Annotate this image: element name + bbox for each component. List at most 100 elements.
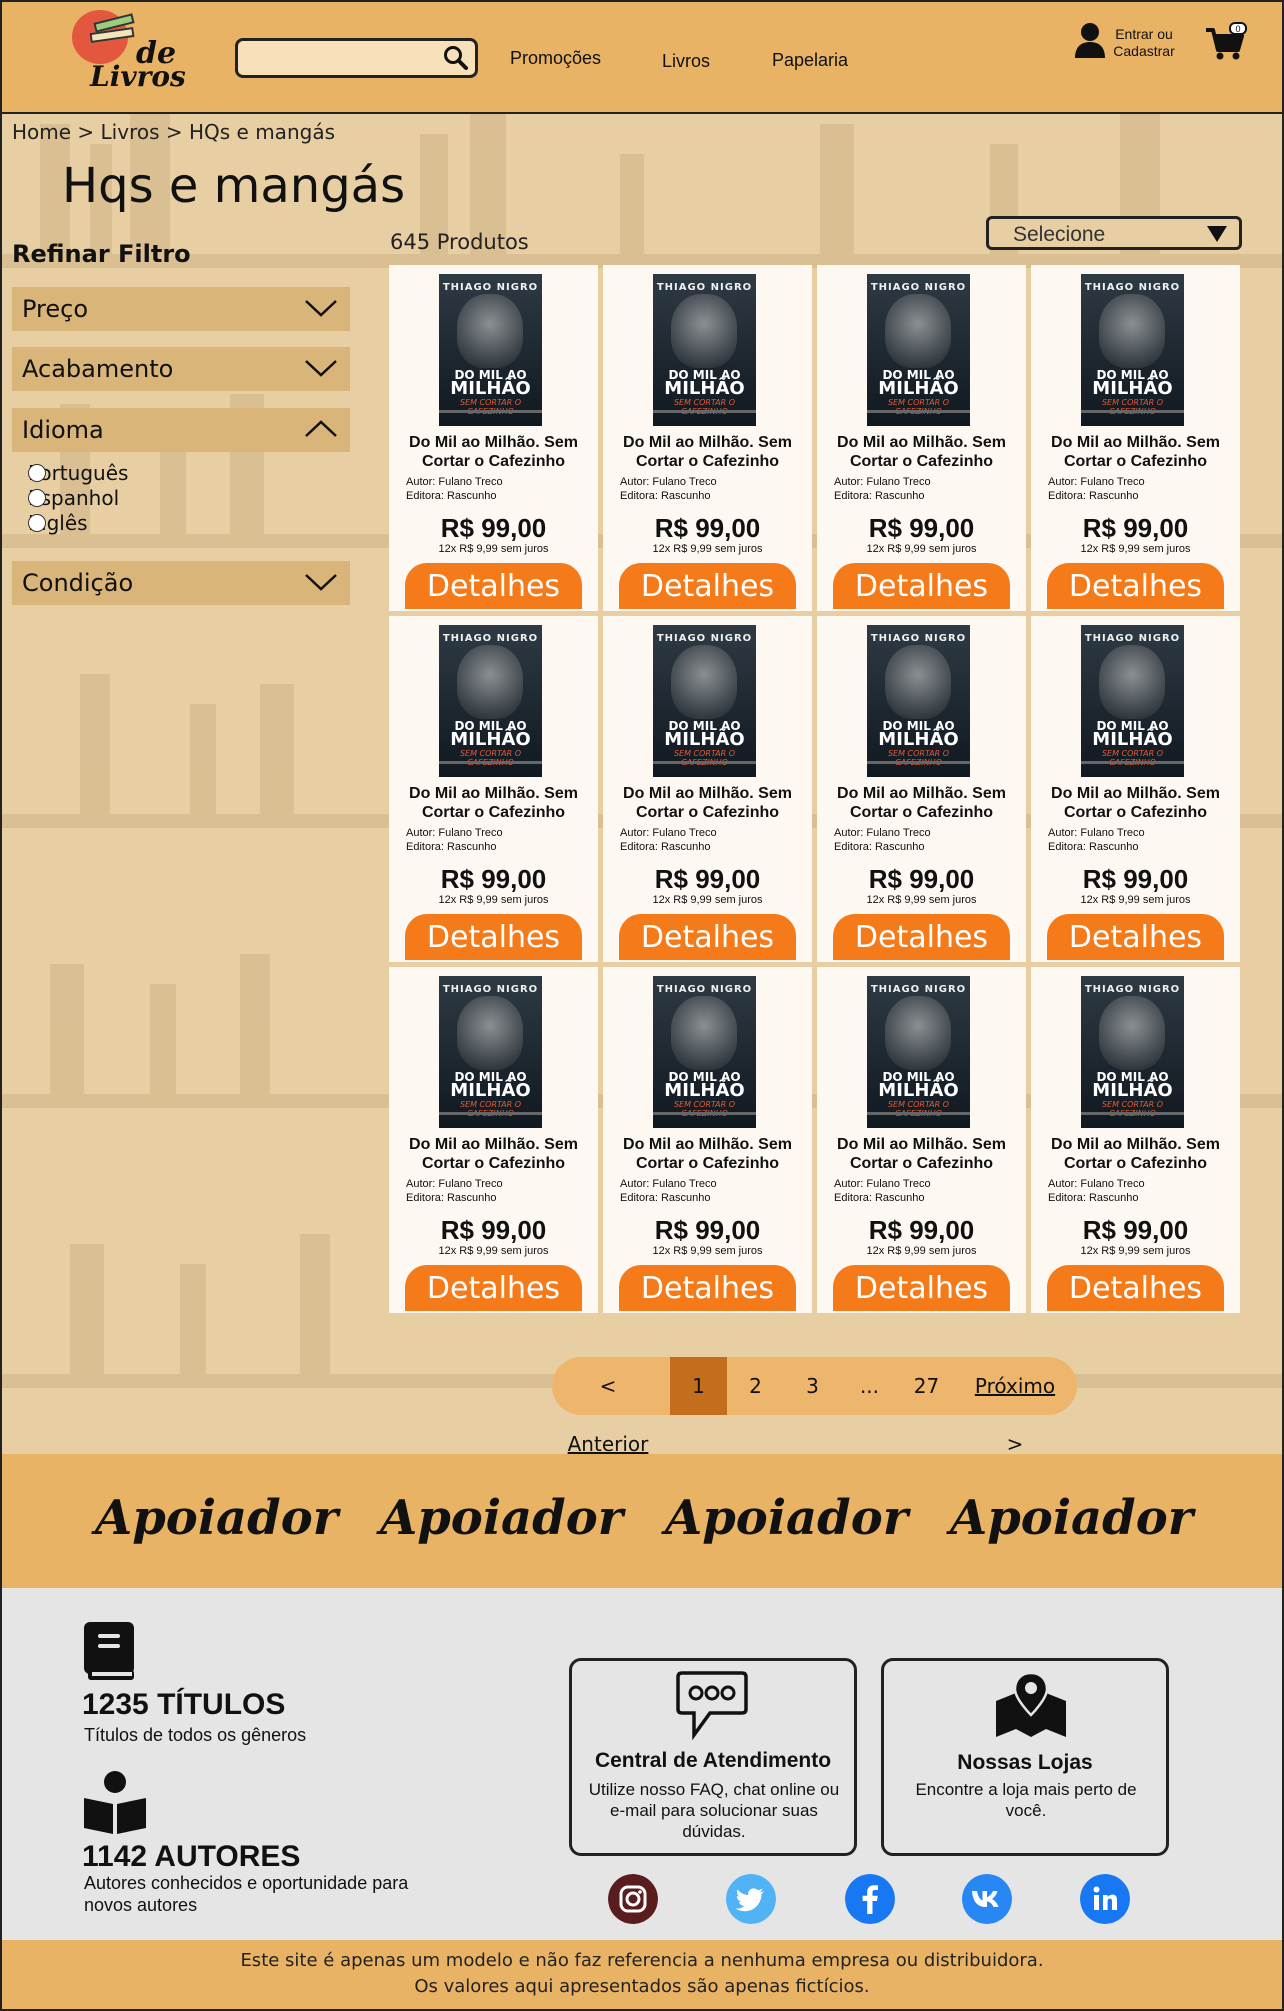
details-button[interactable]: Detalhes	[619, 914, 796, 960]
product-card[interactable]: THIAGO NIGRO DO MIL AO MILHÃO SEM CORTAR O …	[1031, 967, 1240, 1313]
product-title[interactable]: Do Mil ao Milhão. Sem Cortar o Cafezinho	[1031, 1135, 1240, 1173]
checkbox[interactable]	[28, 464, 46, 482]
product-author: Autor: Fulano Treco	[406, 1178, 503, 1190]
linkedin-icon[interactable]	[1080, 1874, 1130, 1924]
product-title[interactable]: Do Mil ao Milhão. Sem Cortar o Cafezinho	[817, 433, 1026, 471]
product-price: R$ 99,00	[1082, 513, 1189, 543]
pagination-page-27[interactable]: 27	[898, 1357, 955, 1415]
cover-title-big: MILHÃO	[664, 729, 745, 750]
facet-idioma[interactable]: Idioma	[12, 408, 350, 452]
cover-author: THIAGO NIGRO	[442, 282, 539, 293]
cover-title-big: MILHÃO	[450, 1080, 531, 1101]
details-button[interactable]: Detalhes	[619, 563, 796, 609]
search-icon[interactable]	[443, 45, 469, 71]
product-card[interactable]: THIAGO NIGRO DO MIL AO MILHÃO SEM CORTAR O …	[817, 967, 1026, 1313]
support-center-desc: Utilize nosso FAQ, chat online ou e-mail…	[588, 1780, 840, 1841]
product-cover-image[interactable]: THIAGO NIGRO DO MIL AO MILHÃO SEM CORTAR O …	[867, 274, 970, 426]
details-button[interactable]: Detalhes	[619, 1265, 796, 1311]
cover-rule	[653, 1112, 756, 1115]
our-stores-title: Nossas Lojas	[957, 1751, 1093, 1774]
pagination-page-2[interactable]: 2	[727, 1357, 784, 1415]
support-center-card[interactable]: Central de Atendimento Utilize nosso FAQ…	[569, 1658, 857, 1856]
product-cover-image[interactable]: THIAGO NIGRO DO MIL AO MILHÃO SEM CORTAR O …	[439, 625, 542, 777]
details-button[interactable]: Detalhes	[405, 914, 582, 960]
site-logo[interactable]: de Livros	[68, 6, 186, 98]
details-button[interactable]: Detalhes	[1047, 914, 1224, 960]
product-cover-image[interactable]: THIAGO NIGRO DO MIL AO MILHÃO SEM CORTAR O …	[1081, 274, 1184, 426]
product-title[interactable]: Do Mil ao Milhão. Sem Cortar o Cafezinho	[1031, 433, 1240, 471]
product-title[interactable]: Do Mil ao Milhão. Sem Cortar o Cafezinho	[603, 1135, 812, 1173]
sponsor-logo[interactable]: Apoiador	[380, 1490, 623, 1546]
product-author: Autor: Fulano Treco	[834, 1178, 931, 1190]
cover-subtitle: SEM CORTAR O CAFEZINHO	[673, 398, 736, 416]
facet-preco[interactable]: Preço	[12, 287, 350, 331]
product-title[interactable]: Do Mil ao Milhão. Sem Cortar o Cafezinho	[603, 433, 812, 471]
filter-option-ingles[interactable]: Inglês	[28, 511, 88, 535]
product-cover-image[interactable]: THIAGO NIGRO DO MIL AO MILHÃO SEM CORTAR O …	[867, 625, 970, 777]
product-cover-image[interactable]: THIAGO NIGRO DO MIL AO MILHÃO SEM CORTAR O …	[653, 976, 756, 1128]
pagination-next[interactable]: Próximo >	[967, 1357, 1063, 1456]
facebook-icon[interactable]	[845, 1874, 895, 1924]
facet-condicao[interactable]: Condição	[12, 561, 350, 605]
product-card[interactable]: THIAGO NIGRO DO MIL AO MILHÃO SEM CORTAR O …	[389, 265, 598, 611]
product-cover-image[interactable]: THIAGO NIGRO DO MIL AO MILHÃO SEM CORTAR O …	[653, 274, 756, 426]
twitter-icon[interactable]	[726, 1874, 776, 1924]
product-installments: 12x R$ 9,99 sem juros	[1080, 543, 1191, 555]
product-card[interactable]: THIAGO NIGRO DO MIL AO MILHÃO SEM CORTAR O …	[817, 616, 1026, 962]
product-title[interactable]: Do Mil ao Milhão. Sem Cortar o Cafezinho	[389, 784, 598, 822]
product-title[interactable]: Do Mil ao Milhão. Sem Cortar o Cafezinho	[603, 784, 812, 822]
cart-button[interactable]: 0	[1205, 22, 1247, 62]
pagination-page-1[interactable]: 1	[670, 1357, 727, 1415]
nav-papelaria[interactable]: Papelaria	[772, 50, 848, 71]
cover-subtitle: SEM CORTAR O CAFEZINHO	[459, 398, 522, 416]
product-card[interactable]: THIAGO NIGRO DO MIL AO MILHÃO SEM CORTAR O …	[389, 616, 598, 962]
product-card[interactable]: THIAGO NIGRO DO MIL AO MILHÃO SEM CORTAR O …	[603, 265, 812, 611]
product-meta: Autor: Fulano Treco Editora: Rascunho	[620, 826, 717, 854]
account-link[interactable]: Entrar ou Cadastrar	[1074, 22, 1184, 62]
details-button[interactable]: Detalhes	[833, 563, 1010, 609]
sponsor-logo[interactable]: Apoiador	[95, 1490, 338, 1546]
product-card[interactable]: THIAGO NIGRO DO MIL AO MILHÃO SEM CORTAR O …	[603, 967, 812, 1313]
pagination-page-3[interactable]: 3	[784, 1357, 841, 1415]
vk-icon[interactable]	[962, 1874, 1012, 1924]
filter-option-espanhol[interactable]: Espanhol	[28, 486, 119, 510]
product-card[interactable]: THIAGO NIGRO DO MIL AO MILHÃO SEM CORTAR O …	[817, 265, 1026, 611]
checkbox[interactable]	[28, 489, 46, 507]
instagram-icon[interactable]	[608, 1874, 658, 1924]
product-cover-image[interactable]: THIAGO NIGRO DO MIL AO MILHÃO SEM CORTAR O …	[653, 625, 756, 777]
nav-livros[interactable]: Livros	[662, 51, 710, 72]
product-title[interactable]: Do Mil ao Milhão. Sem Cortar o Cafezinho	[817, 1135, 1026, 1173]
checkbox[interactable]	[28, 514, 46, 532]
product-cover-image[interactable]: THIAGO NIGRO DO MIL AO MILHÃO SEM CORTAR O …	[867, 976, 970, 1128]
product-cover-image[interactable]: THIAGO NIGRO DO MIL AO MILHÃO SEM CORTAR O …	[1081, 976, 1184, 1128]
product-card[interactable]: THIAGO NIGRO DO MIL AO MILHÃO SEM CORTAR O …	[1031, 265, 1240, 611]
cover-author: THIAGO NIGRO	[656, 984, 753, 995]
our-stores-card[interactable]: Nossas Lojas Encontre a loja mais perto …	[881, 1658, 1169, 1856]
details-button[interactable]: Detalhes	[1047, 563, 1224, 609]
nav-promocoes[interactable]: Promoções	[510, 48, 601, 69]
details-button[interactable]: Detalhes	[405, 1265, 582, 1311]
product-cover-image[interactable]: THIAGO NIGRO DO MIL AO MILHÃO SEM CORTAR O …	[1081, 625, 1184, 777]
product-card[interactable]: THIAGO NIGRO DO MIL AO MILHÃO SEM CORTAR O …	[389, 967, 598, 1313]
cover-subtitle: SEM CORTAR O CAFEZINHO	[459, 749, 522, 767]
product-card[interactable]: THIAGO NIGRO DO MIL AO MILHÃO SEM CORTAR O …	[1031, 616, 1240, 962]
details-button[interactable]: Detalhes	[833, 1265, 1010, 1311]
product-title[interactable]: Do Mil ao Milhão. Sem Cortar o Cafezinho	[1031, 784, 1240, 822]
sort-select[interactable]: Selecione	[986, 216, 1242, 250]
sponsor-logo[interactable]: Apoiador	[665, 1490, 908, 1546]
product-title[interactable]: Do Mil ao Milhão. Sem Cortar o Cafezinho	[389, 433, 598, 471]
breadcrumb[interactable]: Home > Livros > HQs e mangás	[12, 120, 335, 144]
product-card[interactable]: THIAGO NIGRO DO MIL AO MILHÃO SEM CORTAR O …	[603, 616, 812, 962]
facet-acabamento[interactable]: Acabamento	[12, 347, 350, 391]
pagination-prev[interactable]: < Anterior	[564, 1357, 652, 1456]
filter-option-portugues[interactable]: Português	[28, 461, 128, 485]
sponsor-logo[interactable]: Apoiador	[950, 1490, 1193, 1546]
product-cover-image[interactable]: THIAGO NIGRO DO MIL AO MILHÃO SEM CORTAR O …	[439, 274, 542, 426]
product-title[interactable]: Do Mil ao Milhão. Sem Cortar o Cafezinho	[817, 784, 1026, 822]
details-button[interactable]: Detalhes	[1047, 1265, 1224, 1311]
details-button[interactable]: Detalhes	[405, 563, 582, 609]
product-cover-image[interactable]: THIAGO NIGRO DO MIL AO MILHÃO SEM CORTAR O …	[439, 976, 542, 1128]
details-button[interactable]: Detalhes	[833, 914, 1010, 960]
search-input[interactable]	[244, 45, 434, 71]
product-title[interactable]: Do Mil ao Milhão. Sem Cortar o Cafezinho	[389, 1135, 598, 1173]
